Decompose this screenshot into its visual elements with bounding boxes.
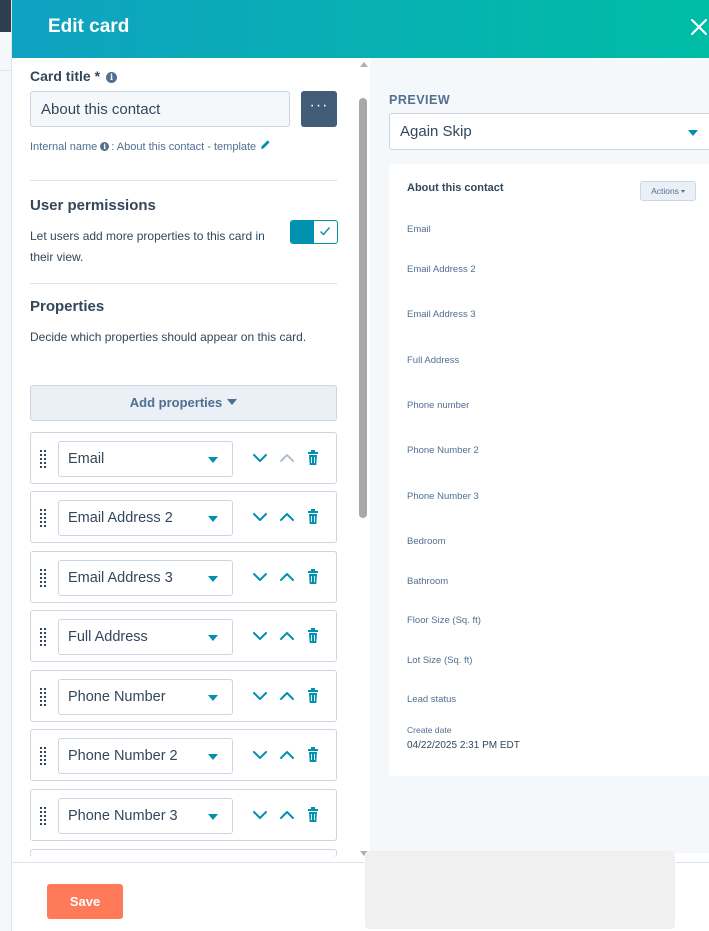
preview-field-label: Email Address 2 (407, 264, 476, 275)
caret-down-icon (208, 516, 218, 522)
caret-down-icon (208, 457, 218, 463)
property-row: Phone Number (30, 670, 337, 722)
background-app (0, 0, 12, 931)
move-down-icon[interactable] (251, 625, 269, 647)
create-date-label: Create date (407, 725, 452, 735)
save-button[interactable]: Save (47, 884, 123, 919)
delete-icon[interactable] (306, 685, 324, 707)
property-select[interactable]: Full Address (58, 619, 233, 655)
move-up-icon[interactable] (278, 804, 296, 826)
move-up-icon (278, 447, 296, 469)
property-row: Email Address 2 (30, 491, 337, 543)
caret-down-icon (208, 635, 218, 641)
delete-icon[interactable] (306, 744, 324, 766)
move-down-icon[interactable] (251, 685, 269, 707)
property-select[interactable]: Phone Number (58, 679, 233, 715)
delete-icon[interactable] (306, 625, 324, 647)
drag-handle-icon[interactable] (39, 449, 47, 469)
scroll-up-arrow[interactable] (360, 62, 368, 67)
permissions-toggle[interactable] (290, 220, 338, 244)
preview-card: About this contact Actions Email Email Ad… (389, 164, 709, 776)
scrollbar-thumb[interactable] (359, 98, 367, 518)
property-select[interactable]: Email (58, 441, 233, 477)
move-down-icon[interactable] (251, 566, 269, 588)
permissions-description: Let users add more properties to this ca… (30, 229, 265, 264)
preview-record-select[interactable]: Again Skip (389, 113, 709, 150)
divider (30, 180, 337, 181)
card-title-label: Card title * i (30, 68, 118, 86)
delete-icon[interactable] (306, 566, 324, 588)
create-date-value: 04/22/2025 2:31 PM EDT (407, 740, 520, 751)
caret-down-icon (227, 399, 238, 405)
property-select[interactable]: Phone Number 2 (58, 738, 233, 774)
preview-field-label: Bathroom (407, 576, 449, 587)
delete-icon[interactable] (306, 506, 324, 528)
move-up-icon[interactable] (278, 625, 296, 647)
properties-description: Decide which properties should appear on… (30, 330, 307, 344)
preview-field-label: Floor Size (Sq. ft) (407, 615, 481, 626)
drag-handle-icon[interactable] (39, 687, 47, 707)
pencil-icon[interactable] (260, 139, 271, 153)
move-up-icon[interactable] (278, 744, 296, 766)
drag-handle-icon[interactable] (39, 568, 47, 588)
move-down-icon[interactable] (251, 447, 269, 469)
property-select[interactable]: Email Address 2 (58, 500, 233, 536)
property-row: Phone Number 3 (30, 789, 337, 841)
add-properties-button[interactable]: Add properties (30, 385, 337, 421)
info-icon[interactable]: i (100, 142, 110, 151)
delete-icon[interactable] (306, 447, 324, 469)
property-select[interactable]: Phone Number 3 (58, 798, 233, 834)
more-options-button[interactable]: ··· (301, 91, 337, 127)
panel-header: Edit card (12, 0, 709, 58)
preview-label: PREVIEW (389, 93, 451, 107)
card-title-input[interactable] (30, 91, 290, 127)
move-up-icon[interactable] (278, 566, 296, 588)
actions-button[interactable]: Actions (640, 181, 696, 201)
check-icon (319, 223, 331, 242)
panel-title: Edit card (48, 16, 130, 37)
properties-title: Properties (30, 298, 105, 315)
background-topbar (0, 0, 11, 32)
info-icon[interactable]: i (106, 72, 118, 83)
preview-field-label: Lot Size (Sq. ft) (407, 655, 473, 666)
overlay-box (365, 851, 675, 929)
move-down-icon[interactable] (251, 744, 269, 766)
caret-down-icon (688, 130, 698, 136)
property-row: Email Address 3 (30, 551, 337, 603)
permissions-title: User permissions (30, 197, 156, 214)
property-row (30, 849, 337, 857)
preview-field-label: Phone number (407, 400, 470, 411)
preview-field-label: Phone Number 3 (407, 491, 479, 502)
caret-down-icon (680, 190, 685, 193)
preview-field-label: Email (407, 224, 431, 235)
preview-field-label: Full Address (407, 355, 460, 366)
preview-card-title: About this contact (407, 182, 504, 194)
caret-down-icon (208, 576, 218, 582)
drag-handle-icon[interactable] (39, 746, 47, 766)
caret-down-icon (208, 754, 218, 760)
drag-handle-icon[interactable] (39, 508, 47, 528)
divider (30, 283, 337, 284)
property-row: Full Address (30, 610, 337, 662)
preview-field-label: Phone Number 2 (407, 445, 479, 456)
delete-icon[interactable] (306, 804, 324, 826)
move-down-icon[interactable] (251, 804, 269, 826)
drag-handle-icon[interactable] (39, 806, 47, 826)
property-row: Phone Number 2 (30, 729, 337, 781)
property-select[interactable]: Email Address 3 (58, 560, 233, 596)
move-up-icon[interactable] (278, 685, 296, 707)
property-row: Email (30, 432, 337, 484)
move-down-icon[interactable] (251, 506, 269, 528)
close-icon[interactable] (689, 15, 709, 39)
preview-field-label: Lead status (407, 694, 457, 705)
caret-down-icon (208, 695, 218, 701)
move-up-icon[interactable] (278, 506, 296, 528)
internal-name: Internal name i: About this contact - tem… (30, 139, 271, 153)
preview-field-label: Email Address 3 (407, 309, 476, 320)
caret-down-icon (208, 814, 218, 820)
preview-field-label: Bedroom (407, 536, 446, 547)
drag-handle-icon[interactable] (39, 627, 47, 647)
